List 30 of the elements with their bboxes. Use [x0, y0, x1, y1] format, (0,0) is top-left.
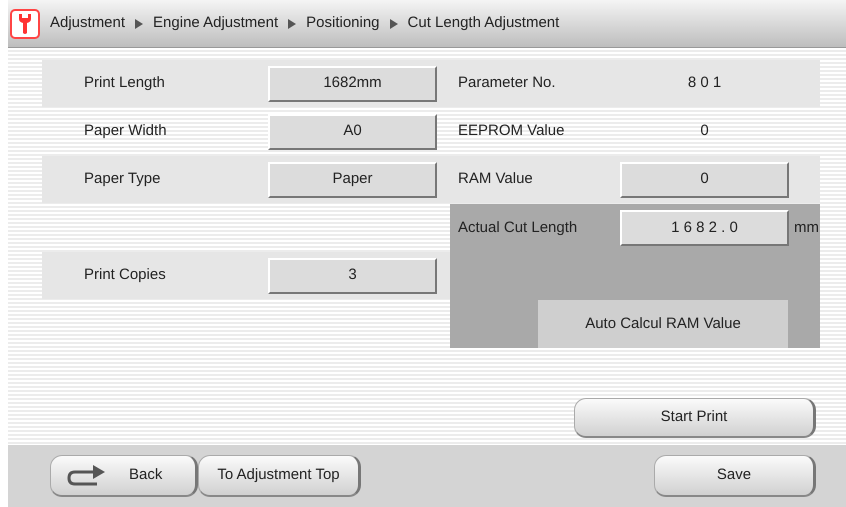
setting-label: Paper Width — [83, 121, 168, 142]
value-button[interactable]: Paper — [268, 162, 437, 198]
value-text: 0 — [699, 121, 710, 142]
adjustment-top-button[interactable]: To Adjustment Top — [198, 455, 361, 497]
back-button[interactable]: Back — [50, 455, 198, 497]
value-text: 8 0 1 — [686, 73, 722, 94]
value-button[interactable]: A0 — [268, 114, 437, 150]
save-button[interactable]: Save — [654, 455, 816, 497]
setting-label: Print Copies — [83, 265, 167, 286]
setting-label: Paper Type — [83, 169, 162, 190]
auto-calc-button[interactable]: Auto Calcul RAM Value — [538, 300, 788, 348]
value-button[interactable]: 1682mm — [268, 66, 437, 102]
breadcrumb-item[interactable]: Engine Adjustment — [153, 12, 278, 35]
setting-label: Parameter No. — [457, 73, 557, 94]
setting-label: Print Length — [83, 73, 166, 94]
unit-label: mm — [794, 218, 819, 238]
breadcrumb-item[interactable]: Adjustment — [50, 12, 126, 35]
caret-icon — [288, 18, 296, 28]
value-button[interactable]: 3 — [268, 258, 437, 294]
breadcrumb-item[interactable]: Positioning — [306, 12, 380, 35]
setting-label: EEPROM Value — [457, 121, 566, 142]
setting-label: Actual Cut Length — [457, 218, 578, 238]
caret-icon — [390, 18, 398, 28]
value-button[interactable]: 1 6 8 2 . 0 — [620, 210, 789, 246]
value-button[interactable]: 0 — [620, 162, 789, 198]
start-print-button[interactable]: Start Print — [574, 398, 816, 438]
breadcrumb-item[interactable]: Cut Length Adjustment — [408, 12, 560, 35]
wrench-icon[interactable] — [10, 8, 40, 38]
setting-label: RAM Value — [457, 169, 534, 190]
caret-icon — [135, 18, 144, 28]
